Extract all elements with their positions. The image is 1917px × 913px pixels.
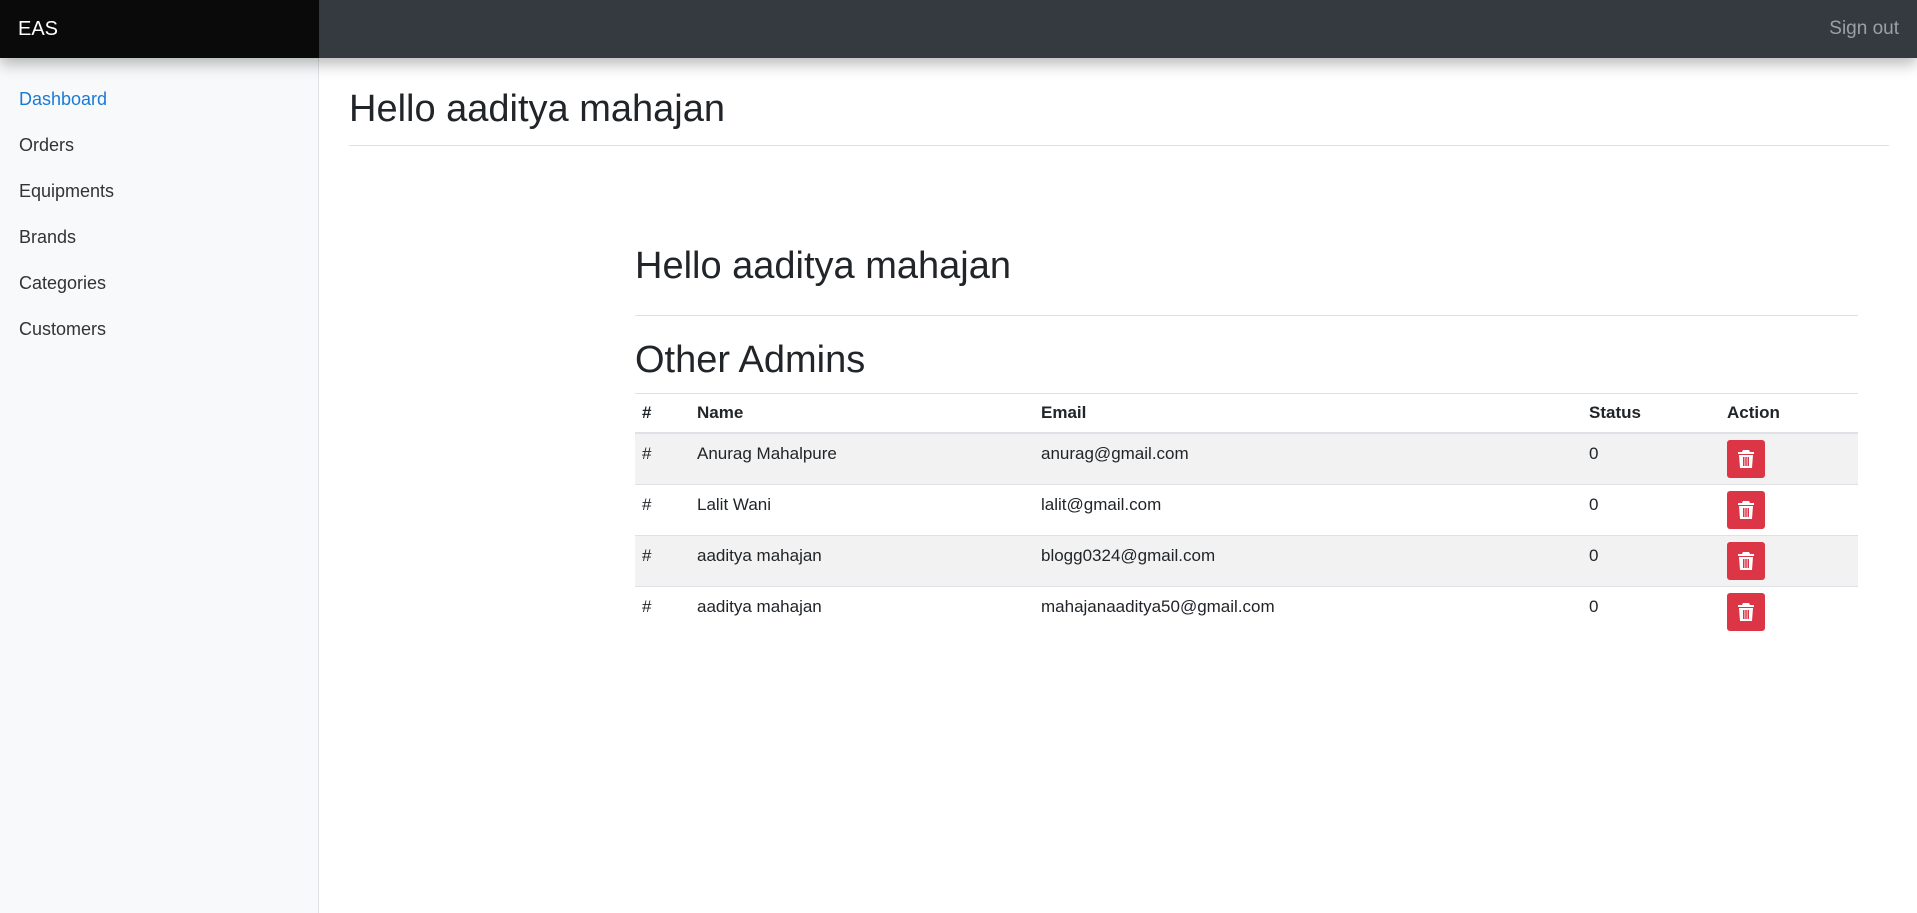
admin-email: mahajanaaditya50@gmail.com: [1034, 585, 1582, 637]
admins-table: # Name Email Status Action # Anurag Maha…: [635, 394, 1858, 637]
other-admins-heading: Other Admins: [635, 338, 1858, 394]
table-header: # Name Email Status Action: [635, 394, 1858, 434]
column-header-name: Name: [690, 394, 1034, 434]
sidebar-item-customers[interactable]: Customers: [0, 306, 318, 352]
page-title: Hello aaditya mahajan: [349, 82, 1889, 146]
row-number: #: [635, 483, 690, 535]
delete-button[interactable]: [1727, 490, 1765, 529]
sidebar-item-brands[interactable]: Brands: [0, 214, 318, 260]
column-header-action: Action: [1720, 394, 1858, 434]
table-row: # aaditya mahajan blogg0324@gmail.com 0: [635, 534, 1858, 586]
sidebar: Dashboard Orders Equipments Brands Categ…: [0, 58, 319, 913]
table-row: # Anurag Mahalpure anurag@gmail.com 0: [635, 432, 1858, 484]
trash-icon: [1738, 602, 1754, 621]
dashboard-panel: Hello aaditya mahajan Other Admins # Nam…: [635, 238, 1858, 637]
action-cell: [1720, 585, 1858, 637]
column-header-number: #: [635, 394, 690, 434]
trash-icon: [1738, 551, 1754, 570]
admin-status: 0: [1582, 483, 1720, 535]
sidebar-item-categories[interactable]: Categories: [0, 260, 318, 306]
sign-out-link[interactable]: Sign out: [1829, 0, 1899, 58]
admin-status: 0: [1582, 432, 1720, 484]
column-header-email: Email: [1034, 394, 1582, 434]
admin-status: 0: [1582, 534, 1720, 586]
top-navbar: EAS Sign out: [0, 0, 1917, 58]
greeting-heading: Hello aaditya mahajan: [635, 238, 1858, 316]
admin-name: aaditya mahajan: [690, 585, 1034, 637]
admin-name: Anurag Mahalpure: [690, 432, 1034, 484]
action-cell: [1720, 534, 1858, 586]
trash-icon: [1738, 500, 1754, 519]
sidebar-item-orders[interactable]: Orders: [0, 122, 318, 168]
sidebar-item-dashboard[interactable]: Dashboard: [0, 76, 318, 122]
row-number: #: [635, 432, 690, 484]
admin-name: Lalit Wani: [690, 483, 1034, 535]
admin-name: aaditya mahajan: [690, 534, 1034, 586]
delete-button[interactable]: [1727, 440, 1765, 478]
main-content: Hello aaditya mahajan Hello aaditya maha…: [349, 58, 1889, 637]
delete-button[interactable]: [1727, 592, 1765, 631]
admin-email: anurag@gmail.com: [1034, 432, 1582, 484]
brand-logo[interactable]: EAS: [0, 0, 319, 58]
delete-button[interactable]: [1727, 541, 1765, 580]
table-row: # aaditya mahajan mahajanaaditya50@gmail…: [635, 585, 1858, 637]
admin-email: lalit@gmail.com: [1034, 483, 1582, 535]
sidebar-item-equipments[interactable]: Equipments: [0, 168, 318, 214]
trash-icon: [1738, 450, 1754, 468]
row-number: #: [635, 534, 690, 586]
row-number: #: [635, 585, 690, 637]
action-cell: [1720, 483, 1858, 535]
admin-email: blogg0324@gmail.com: [1034, 534, 1582, 586]
action-cell: [1720, 432, 1858, 484]
admin-status: 0: [1582, 585, 1720, 637]
column-header-status: Status: [1582, 394, 1720, 434]
table-row: # Lalit Wani lalit@gmail.com 0: [635, 483, 1858, 535]
